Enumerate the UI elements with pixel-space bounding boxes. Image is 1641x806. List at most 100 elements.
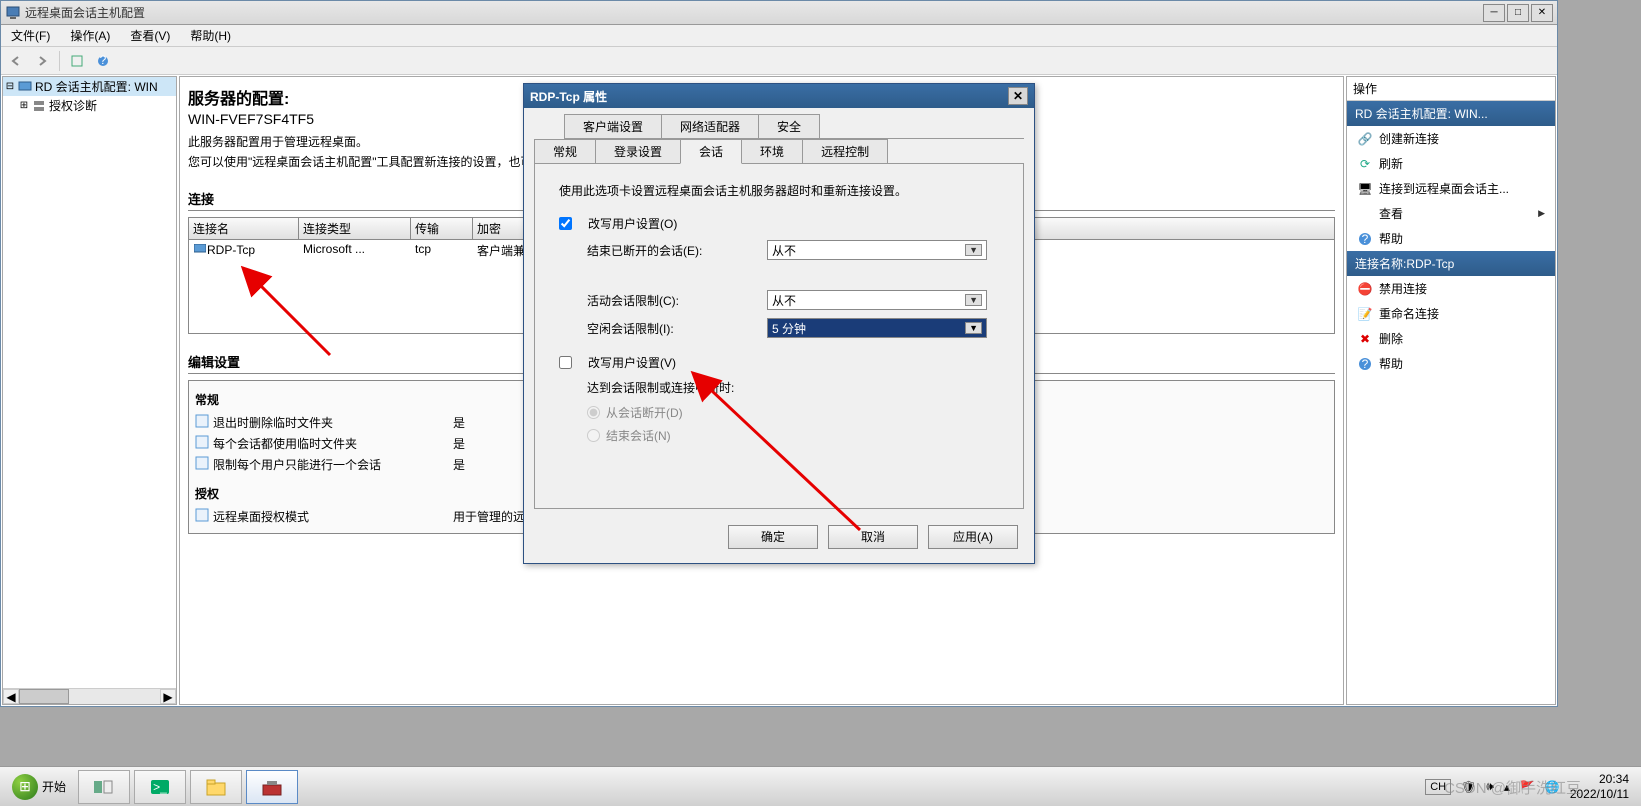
toolbar: ? <box>1 47 1557 75</box>
close-button[interactable]: ✕ <box>1531 4 1553 22</box>
override-checkbox-2[interactable] <box>559 356 572 369</box>
action-connect[interactable]: 🖥连接到远程桌面会话主... <box>1347 176 1555 201</box>
clock[interactable]: 20:34 2022/10/11 <box>1570 772 1629 801</box>
system-tray[interactable]: CH 🛡 🕪 ▴ 🚩 🌐 20:34 2022/10/11 <box>1417 772 1637 801</box>
main-titlebar[interactable]: 远程桌面会话主机配置 ─ □ ✕ <box>1 1 1557 25</box>
col-type[interactable]: 连接类型 <box>299 218 411 239</box>
rdp-properties-dialog[interactable]: RDP-Tcp 属性 ✕ 客户端设置 网络适配器 安全 常规 登录设置 会话 环… <box>523 83 1035 564</box>
actions-section-2: ⛔禁用连接 📝重命名连接 ✖删除 ?帮助 <box>1347 276 1555 376</box>
start-button[interactable]: ⊞ 开始 <box>4 770 74 804</box>
language-indicator[interactable]: CH <box>1425 779 1451 795</box>
clock-date: 2022/10/11 <box>1570 787 1629 801</box>
start-orb-icon: ⊞ <box>12 774 38 800</box>
action-rename[interactable]: 📝重命名连接 <box>1347 301 1555 326</box>
action-refresh[interactable]: ⟳刷新 <box>1347 151 1555 176</box>
taskbar-app-3[interactable] <box>190 770 242 804</box>
tray-flag-icon[interactable]: 🚩 <box>1520 780 1535 794</box>
menu-action[interactable]: 操作(A) <box>64 25 116 46</box>
tab-session[interactable]: 会话 <box>680 139 742 164</box>
action-delete[interactable]: ✖删除 <box>1347 326 1555 351</box>
taskbar-app-2[interactable]: >_ <box>134 770 186 804</box>
idle-limit-select[interactable]: 5 分钟▼ <box>767 318 987 338</box>
taskbar-app-rdconfig[interactable] <box>246 770 298 804</box>
tree-panel[interactable]: ⊟ RD 会话主机配置: WIN ⊞ 授权诊断 ◀ ▶ <box>2 76 177 705</box>
action-disable[interactable]: ⛔禁用连接 <box>1347 276 1555 301</box>
refresh-icon: ⟳ <box>1357 156 1373 172</box>
actions-heading-2: 连接名称:RDP-Tcp <box>1347 251 1555 276</box>
connect-icon: 🖥 <box>1357 181 1373 197</box>
override-checkbox-row-2: 改写用户设置(V) <box>559 354 999 371</box>
tab-network-adapter[interactable]: 网络适配器 <box>661 114 759 138</box>
action-help[interactable]: ?帮助 <box>1347 226 1555 251</box>
apply-button[interactable]: 应用(A) <box>928 525 1018 549</box>
override-label-2: 改写用户设置(V) <box>588 354 676 371</box>
taskbar[interactable]: ⊞ 开始 >_ CH 🛡 🕪 ▴ 🚩 🌐 20:34 2022/10/11 <box>0 766 1641 806</box>
active-limit-row: 活动会话限制(C): 从不▼ <box>587 290 999 310</box>
override-checkbox-1[interactable] <box>559 217 572 230</box>
conn-name-cell: RDP-Tcp <box>189 240 299 261</box>
setting-label: 远程桌面授权模式 <box>213 508 453 525</box>
app-icon <box>5 5 21 21</box>
dialog-body: 客户端设置 网络适配器 安全 常规 登录设置 会话 环境 远程控制 使用此选项卡… <box>524 108 1034 563</box>
blank-icon <box>1357 206 1373 222</box>
tray-network-icon[interactable]: 🌐 <box>1545 780 1560 794</box>
minimize-button[interactable]: ─ <box>1483 4 1505 22</box>
action-new-connection[interactable]: 🔗创建新连接 <box>1347 126 1555 151</box>
ok-button[interactable]: 确定 <box>728 525 818 549</box>
tray-icon[interactable]: 🛡 <box>1461 780 1476 794</box>
active-limit-label: 活动会话限制(C): <box>587 292 757 309</box>
end-disconnected-select[interactable]: 从不▼ <box>767 240 987 260</box>
tray-chevron-icon[interactable]: ▴ <box>1504 780 1510 794</box>
tab-general[interactable]: 常规 <box>534 139 596 163</box>
titlebar-controls: ─ □ ✕ <box>1483 4 1553 22</box>
dialog-button-row: 确定 取消 应用(A) <box>534 517 1024 553</box>
tab-security[interactable]: 安全 <box>758 114 820 138</box>
col-name[interactable]: 连接名 <box>189 218 299 239</box>
rename-icon: 📝 <box>1357 306 1373 322</box>
tree-root-node[interactable]: ⊟ RD 会话主机配置: WIN <box>3 77 176 96</box>
disable-icon: ⛔ <box>1357 281 1373 297</box>
dialog-close-button[interactable]: ✕ <box>1008 87 1028 105</box>
dialog-titlebar[interactable]: RDP-Tcp 属性 ✕ <box>524 84 1034 108</box>
tree-scrollbar[interactable]: ◀ ▶ <box>3 688 176 704</box>
svg-text:?: ? <box>1362 357 1369 371</box>
taskbar-app-1[interactable] <box>78 770 130 804</box>
scroll-right-icon[interactable]: ▶ <box>160 689 176 704</box>
tree-expander-icon[interactable]: ⊞ <box>19 100 29 111</box>
radio-end-row: 结束会话(N) <box>587 427 999 444</box>
chevron-down-icon: ▼ <box>965 244 982 256</box>
tabstrip-row1: 客户端设置 网络适配器 安全 <box>564 114 1024 139</box>
chevron-down-icon: ▼ <box>965 322 982 334</box>
tray-icon[interactable]: 🕪 <box>1486 779 1494 794</box>
col-transport[interactable]: 传输 <box>411 218 473 239</box>
link-icon: 🔗 <box>1357 131 1373 147</box>
tab-remote-control[interactable]: 远程控制 <box>802 139 888 163</box>
toolbar-forward[interactable] <box>31 50 53 72</box>
toolbar-back[interactable] <box>5 50 27 72</box>
tree-expander-icon[interactable]: ⊟ <box>5 81 15 92</box>
active-limit-select[interactable]: 从不▼ <box>767 290 987 310</box>
menu-view[interactable]: 查看(V) <box>124 25 176 46</box>
toolbar-help[interactable]: ? <box>92 50 114 72</box>
tab-client-settings[interactable]: 客户端设置 <box>564 114 662 138</box>
tab-environment[interactable]: 环境 <box>741 139 803 163</box>
clock-time: 20:34 <box>1570 772 1629 786</box>
tree-child-node[interactable]: ⊞ 授权诊断 <box>3 96 176 115</box>
radio-end <box>587 429 600 442</box>
setting-value: 是 <box>453 435 465 452</box>
menu-help[interactable]: 帮助(H) <box>184 25 237 46</box>
tab-login-settings[interactable]: 登录设置 <box>595 139 681 163</box>
scroll-left-icon[interactable]: ◀ <box>3 689 19 704</box>
start-label: 开始 <box>42 778 66 795</box>
setting-value: 是 <box>453 414 465 431</box>
action-help[interactable]: ?帮助 <box>1347 351 1555 376</box>
license-diag-icon <box>32 99 46 113</box>
cancel-button[interactable]: 取消 <box>828 525 918 549</box>
maximize-button[interactable]: □ <box>1507 4 1529 22</box>
scroll-thumb[interactable] <box>19 689 69 704</box>
menu-file[interactable]: 文件(F) <box>5 25 56 46</box>
toolbar-misc[interactable] <box>66 50 88 72</box>
end-disconnected-row: 结束已断开的会话(E): 从不▼ <box>587 240 999 260</box>
action-view[interactable]: 查看 <box>1347 201 1555 226</box>
conn-trans-cell: tcp <box>411 240 473 261</box>
